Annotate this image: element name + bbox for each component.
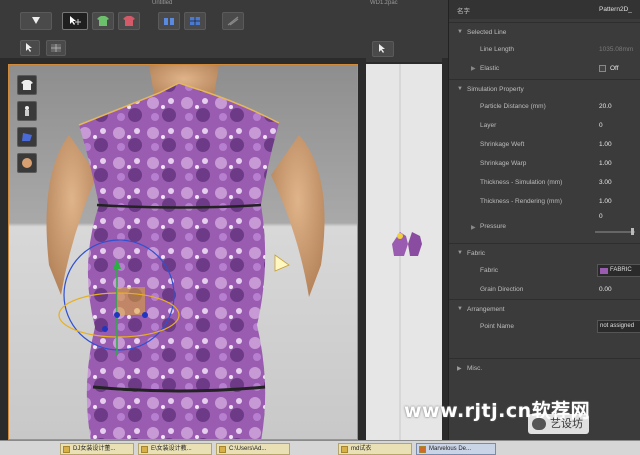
section-misc[interactable]: ▶ Misc. [449,358,640,377]
tab-title-right[interactable]: WD1.zpac [370,0,398,7]
cursor-pattern-icon [379,44,385,53]
section-selected-line[interactable]: ▼ Selected Line [449,22,640,41]
name-value[interactable]: Pattern2D_ [599,6,632,13]
windows-taskbar: DJ女装设计董... E\女装设计教... C:\Users\Ad... md试… [0,440,640,455]
blue-flag-icon [22,133,32,141]
grid-tool-button[interactable] [46,40,66,56]
pattern-pieces-thumbnail [392,64,422,440]
elastic-checkbox[interactable] [599,65,606,72]
tab-title-left[interactable]: Untitled [152,0,172,7]
3d-garment-viewport[interactable] [8,64,358,440]
avatar-tool-button[interactable] [158,12,180,30]
folder-icon [63,446,70,453]
arrow-down-icon [32,17,40,24]
taskbar-item[interactable]: C:\Users\Ad... [216,443,290,455]
pressure-slider-track[interactable] [595,231,635,233]
row-elastic: ▶ Elastic Off [471,65,619,72]
blue-grid-icon [190,17,200,25]
fabric-select[interactable]: FABRIC [597,264,640,277]
row-point-name: Point Name not assigned [449,317,640,336]
grain-direction-input[interactable]: 0.00 [599,286,612,293]
collapse-arrow-icon[interactable]: ▼ [457,306,463,312]
shrinkage-weft-input[interactable]: 1.00 [599,141,612,148]
pattern-side-button[interactable] [17,127,37,147]
fabric-swatch-icon [600,268,608,274]
app-icon [419,446,426,453]
expand-arrow-icon[interactable]: ▶ [471,224,476,231]
row-fabric: Fabric FABRIC [449,261,640,280]
mannequin-icon [25,106,29,116]
shirt-tool-green-button[interactable] [92,12,114,30]
taskbar-item[interactable]: DJ女装设计董... [60,443,134,455]
wind-tool-button[interactable] [222,12,244,30]
fan-icon [227,16,239,26]
transform-menu-button[interactable] [20,12,52,30]
collapse-arrow-icon[interactable]: ▼ [457,29,463,35]
name-row: 名字 Pattern2D_ [449,0,640,19]
collapse-arrow-icon[interactable]: ▼ [457,86,463,92]
folder-icon [219,446,226,453]
row-particle-distance: Particle Distance (mm) 20.0 [480,103,612,110]
avatar-dress-render [9,65,357,439]
particle-distance-input[interactable]: 20.0 [599,103,612,110]
select-move-tool-button[interactable] [62,12,88,30]
2d-pattern-viewport[interactable] [366,64,442,440]
section-fabric[interactable]: ▼ Fabric [449,243,640,262]
thickness-simulation-input[interactable]: 3.00 [599,179,612,186]
row-thickness-rendering: Thickness - Rendering (mm) 1.00 [480,198,612,205]
shrinkage-warp-input[interactable]: 1.00 [599,160,612,167]
avatar-skin-side-button[interactable] [17,153,37,173]
cursor-small-icon [26,43,32,52]
fabric-tool-button[interactable] [184,12,206,30]
row-line-length: Line Length 1035.08mm [480,46,634,53]
property-editor-panel: 名字 Pattern2D_ ▼ Selected Line Line Lengt… [448,0,640,440]
shirt-green-icon [97,16,109,26]
pattern-window-toolbar [366,38,442,62]
row-shrinkage-weft: Shrinkage Weft 1.00 [480,141,612,148]
row-grain-direction: Grain Direction 0.00 [480,286,612,293]
pressure-slider-thumb[interactable] [631,228,634,235]
taskbar-item[interactable]: md试衣 [338,443,412,455]
taskbar-item[interactable]: E\女装设计教... [138,443,212,455]
select-tool-small-button[interactable] [20,40,40,56]
name-label: 名字 [457,7,470,15]
pattern-select-button[interactable] [372,41,394,57]
avatar-clothing-side-button[interactable] [17,75,37,95]
checker-icon [51,44,61,52]
folder-icon [141,446,148,453]
pressure-value[interactable]: 0 [599,213,603,220]
expand-arrow-icon[interactable]: ▶ [471,65,476,72]
blue-blocks-icon [164,18,174,25]
section-simulation-property[interactable]: ▼ Simulation Property [449,79,640,98]
tshirt-icon [21,80,33,90]
row-layer: Layer 0 [480,122,603,129]
point-name-select[interactable]: not assigned [597,320,640,333]
expand-arrow-icon[interactable]: ▶ [457,365,462,372]
avatar-pose-side-button[interactable] [17,101,37,121]
thickness-rendering-input[interactable]: 1.00 [599,198,612,205]
row-pressure: ▶ Pressure 0 [449,211,640,237]
cursor-move-icon [70,16,81,25]
row-thickness-simulation: Thickness - Simulation (mm) 3.00 [480,179,612,186]
face-icon [22,158,32,168]
folder-icon [341,446,348,453]
collapse-arrow-icon[interactable]: ▼ [457,250,463,256]
taskbar-item-active[interactable]: Marvelous De... [416,443,496,455]
wechat-badge: 艺设坊 [528,414,589,434]
row-shrinkage-warp: Shrinkage Warp 1.00 [480,160,612,167]
shirt-red-icon [123,16,135,26]
shirt-tool-red-button[interactable] [118,12,140,30]
section-arrangement[interactable]: ▼ Arrangement [449,299,640,318]
wechat-icon [532,418,546,430]
layer-input[interactable]: 0 [599,122,603,129]
